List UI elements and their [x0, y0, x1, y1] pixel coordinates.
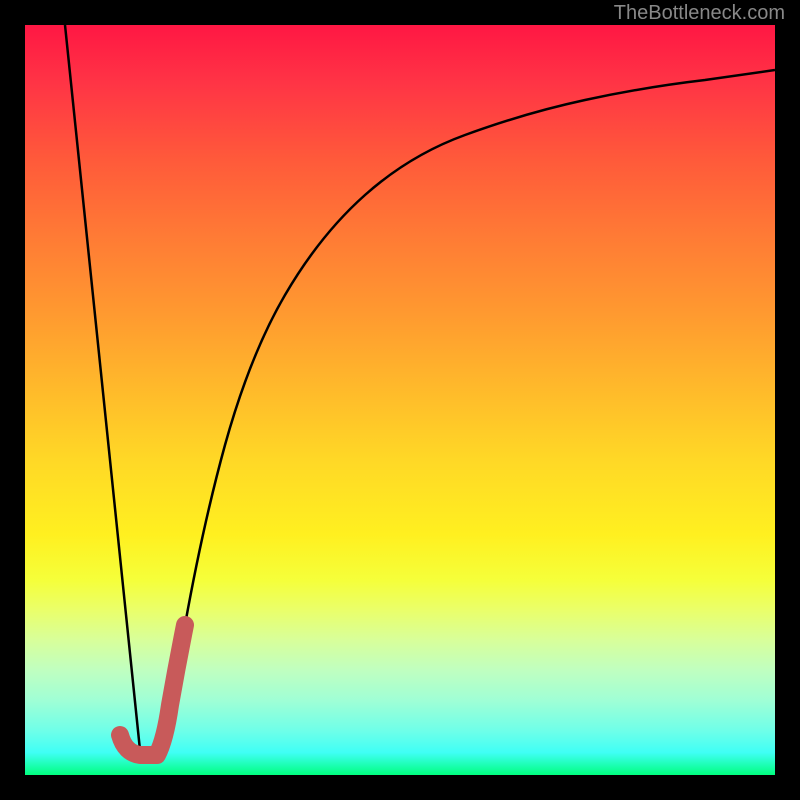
left-descent-line: [65, 25, 140, 750]
chart-plot-area: [25, 25, 775, 775]
chart-svg: [25, 25, 775, 775]
right-ascending-curve: [160, 70, 775, 750]
watermark-text: TheBottleneck.com: [614, 2, 785, 25]
